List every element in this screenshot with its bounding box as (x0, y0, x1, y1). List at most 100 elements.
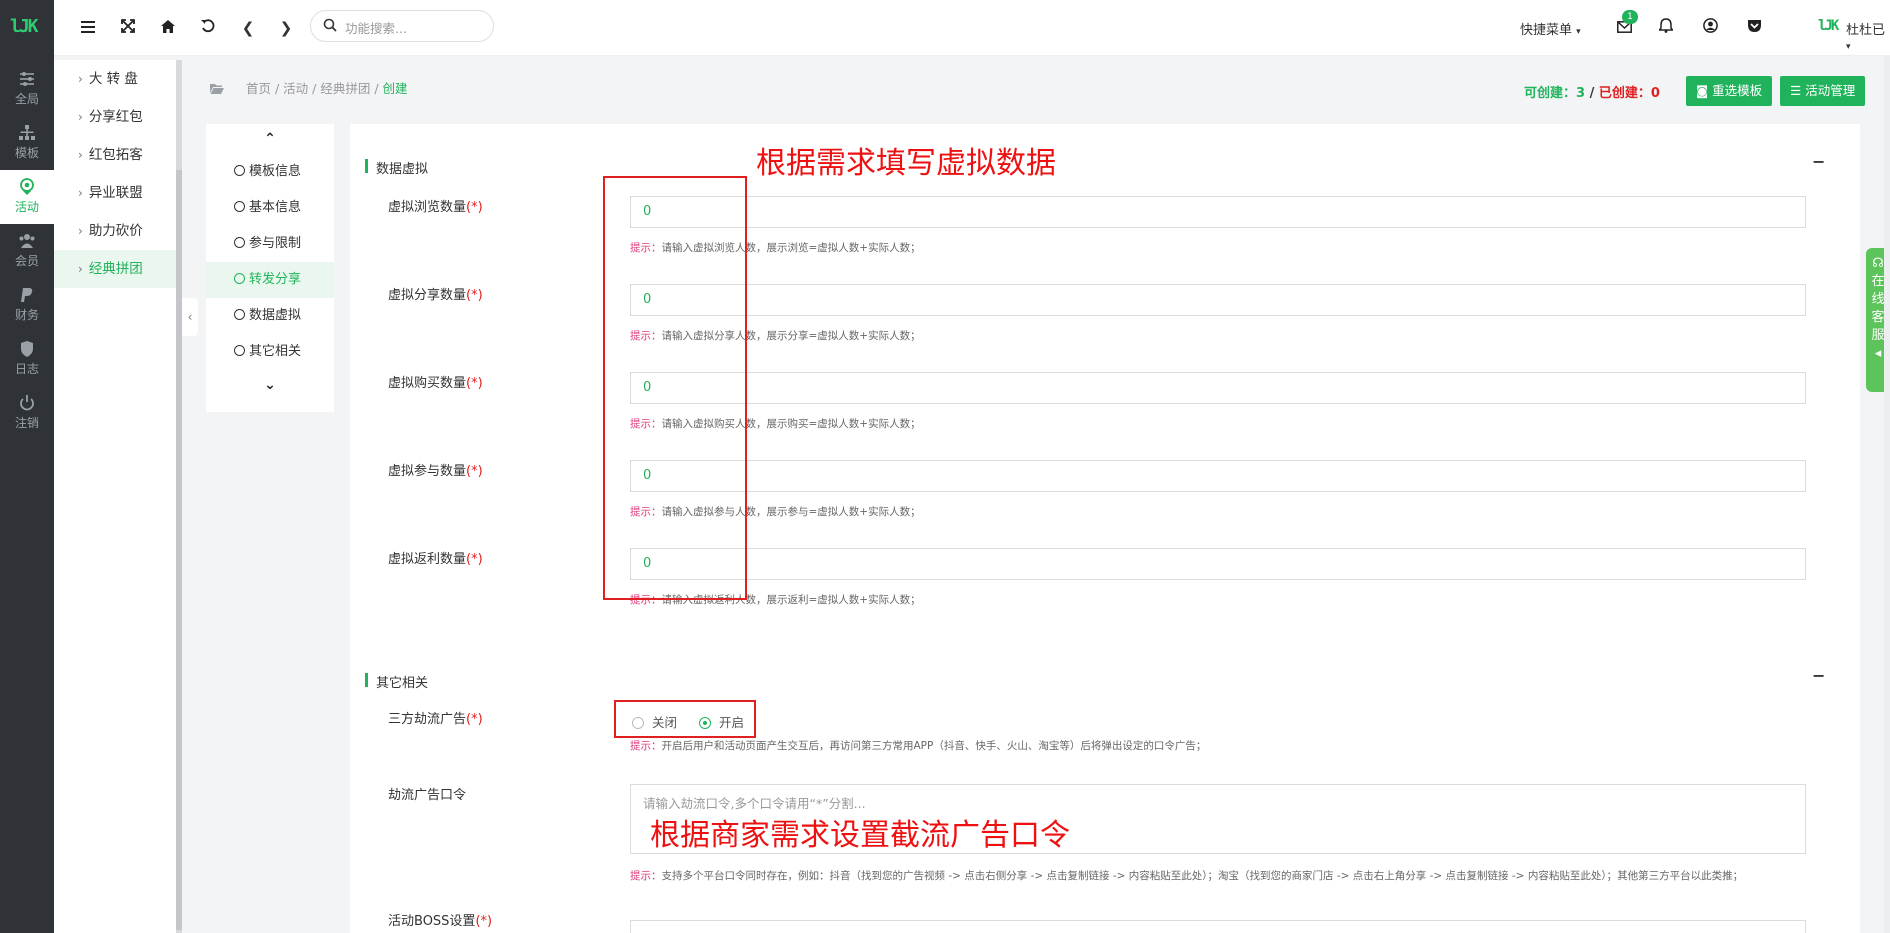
menu-toggle-button[interactable] (78, 18, 98, 38)
notifications-button[interactable] (1656, 18, 1676, 38)
scrollbar-thumb[interactable] (176, 170, 182, 930)
left-rail: lJK 全局 模板 活动 会员 财务 日志 注销 (0, 0, 54, 933)
submenu-item-group-buy[interactable]: › 经典拼团 (54, 250, 182, 288)
rail-item-activity[interactable]: 活动 (0, 170, 54, 224)
virtual-views-input[interactable]: 0 (630, 196, 1806, 228)
list-icon: ☰ (1790, 83, 1802, 98)
reselect-template-button[interactable]: ◙ 重选模板 (1686, 76, 1773, 106)
submenu-item-bargain[interactable]: › 助力砍价 (54, 212, 182, 250)
rail-item-global[interactable]: 全局 (0, 62, 54, 116)
form-panel: 数据虚拟 − 虚拟浏览数量(*) 0 提示：请输入虚拟浏览人数，展示浏览=虚拟人… (350, 124, 1860, 933)
annotation-command-note: 根据商家需求设置截流广告口令 (650, 818, 1070, 853)
shield-icon (21, 341, 33, 357)
rail-item-logout[interactable]: 注销 (0, 386, 54, 440)
forward-button[interactable]: ❯ (276, 18, 296, 38)
field-hint-command: 提示：支持多个平台口令同时存在，例如：抖音（找到您的广告视频 -> 点击右侧分享… (630, 868, 1743, 883)
required-mark: (*) (466, 464, 483, 479)
rail-label: 财务 (14, 308, 39, 322)
breadcrumb-activity[interactable]: 活动 (283, 81, 308, 96)
annotation-box-virtual (603, 176, 747, 600)
field-label-ad: 三方劫流广告(*) (388, 708, 483, 727)
virtual-purchases-input[interactable]: 0 (630, 372, 1806, 404)
tip-label: 提示： (630, 870, 662, 882)
collapse-virtual-button[interactable]: − (1812, 152, 1825, 171)
annotation-box-ad (614, 700, 756, 738)
rail-label: 模板 (14, 146, 39, 160)
back-button[interactable]: ❮ (238, 18, 258, 38)
breadcrumb: 首页 / 活动 / 经典拼团 / 创建 (210, 78, 408, 97)
chevron-right-icon: ❯ (279, 19, 293, 37)
breadcrumb-group-buy[interactable]: 经典拼团 (320, 81, 370, 96)
created-value: 0 (1650, 86, 1660, 101)
sitemap-icon (19, 125, 35, 140)
can-create-value: 3 (1576, 86, 1586, 101)
home-button[interactable] (158, 18, 178, 38)
function-search-input[interactable]: 功能搜索... (310, 10, 494, 42)
virtual-participants-input[interactable]: 0 (630, 460, 1806, 492)
submenu-item-alliance[interactable]: › 异业联盟 (54, 174, 182, 212)
step-template-info[interactable]: 模板信息 (206, 154, 334, 190)
chevron-right-icon: › (78, 148, 83, 162)
pocket-button[interactable] (1744, 18, 1764, 38)
step-label: 基本信息 (249, 200, 302, 215)
caret-down-icon: ▾ (1576, 27, 1581, 37)
step-forward-share[interactable]: 转发分享 (206, 262, 334, 298)
required-mark: (*) (466, 200, 483, 215)
required-mark: (*) (466, 376, 483, 391)
chevron-up-icon: ⌃ (264, 131, 276, 147)
page-scrollbar[interactable] (1884, 56, 1890, 933)
activity-manage-label: 活动管理 (1805, 83, 1856, 98)
required-mark: (*) (466, 552, 483, 567)
folder-open-icon (210, 84, 224, 94)
profile-button[interactable] (1700, 18, 1720, 38)
caret-down-icon: ▾ (1846, 42, 1851, 52)
user-menu[interactable]: 杜杜已 ▾ (1846, 19, 1890, 53)
rail-item-template[interactable]: 模板 (0, 116, 54, 170)
submenu-item-share-redpack[interactable]: › 分享红包 (54, 98, 182, 136)
fullscreen-button[interactable] (118, 18, 138, 38)
submenu-item-wheel[interactable]: › 大 转 盘 (54, 60, 182, 98)
step-other[interactable]: 其它相关 (206, 334, 334, 370)
step-label: 转发分享 (249, 272, 302, 287)
bell-icon (1658, 18, 1674, 33)
breadcrumb-current: 创建 (382, 81, 408, 96)
virtual-shares-input[interactable]: 0 (630, 284, 1806, 316)
mail-count-badge: 1 (1622, 10, 1638, 24)
submenu-label: 助力砍价 (88, 223, 143, 239)
created-label: 已创建： (1598, 86, 1651, 101)
rail-item-member[interactable]: 会员 (0, 224, 54, 278)
rail-item-log[interactable]: 日志 (0, 332, 54, 386)
pocket-icon (1747, 20, 1761, 32)
refresh-button[interactable] (198, 18, 218, 38)
chevron-right-icon: › (78, 72, 83, 86)
user-name: 杜杜已 (1846, 23, 1886, 38)
breadcrumb-home[interactable]: 首页 (246, 81, 271, 96)
circle-icon (234, 345, 245, 356)
step-label: 数据虚拟 (249, 308, 302, 323)
field-label-rebates: 虚拟返利数量(*) (388, 548, 483, 567)
step-data-virtual[interactable]: 数据虚拟 (206, 298, 334, 334)
submenu-label: 分享红包 (88, 109, 143, 125)
quick-menu-dropdown[interactable]: 快捷菜单 ▾ (1520, 19, 1581, 38)
power-icon (20, 395, 34, 411)
boss-setting-input[interactable] (630, 920, 1806, 933)
step-down-button[interactable]: ⌄ (206, 370, 334, 400)
collapse-sidebar-button[interactable]: ‹ (182, 298, 198, 336)
app-logo[interactable]: lJK (10, 16, 44, 40)
step-navigator: ⌃ 模板信息 基本信息 参与限制 转发分享 数据虚拟 其它相关 ⌄ (206, 124, 334, 412)
step-basic-info[interactable]: 基本信息 (206, 190, 334, 226)
field-label-text: 劫流广告口令 (388, 788, 467, 803)
home-icon (161, 20, 175, 33)
field-label-text: 虚拟参与数量 (388, 464, 467, 479)
submenu-scrollbar[interactable] (176, 60, 182, 933)
virtual-rebates-input[interactable]: 0 (630, 548, 1806, 580)
field-label-text: 虚拟分享数量 (388, 288, 467, 303)
activity-manage-button[interactable]: ☰ 活动管理 (1780, 76, 1866, 106)
rail-item-finance[interactable]: 财务 (0, 278, 54, 332)
submenu-label: 红包拓客 (88, 147, 143, 163)
submenu-item-redpack-acquire[interactable]: › 红包拓客 (54, 136, 182, 174)
step-up-button[interactable]: ⌃ (206, 124, 334, 154)
collapse-other-button[interactable]: − (1812, 666, 1825, 685)
submenu-label: 异业联盟 (88, 185, 143, 201)
step-participation-limits[interactable]: 参与限制 (206, 226, 334, 262)
